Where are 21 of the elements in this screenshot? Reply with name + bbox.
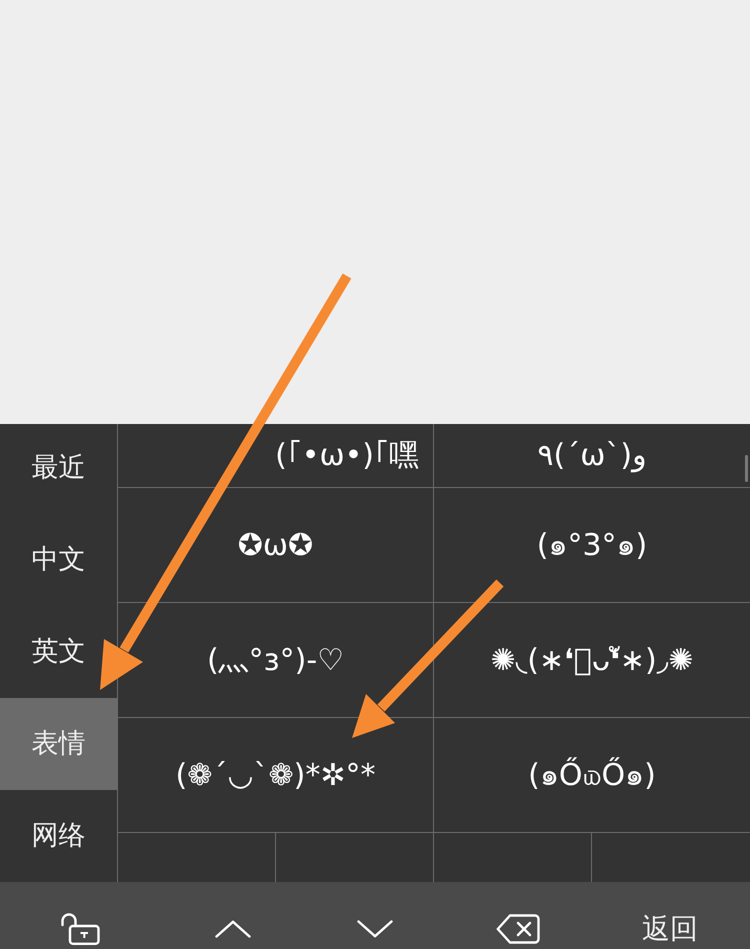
emoticon-key[interactable]: (๑°3°๑) — [434, 488, 750, 602]
unlocked-padlock-icon — [60, 912, 100, 945]
back-button[interactable]: 返回 — [642, 914, 698, 942]
chevron-up-icon — [214, 920, 250, 938]
scroll-down-button[interactable] — [357, 920, 393, 938]
chevron-down-icon — [357, 920, 393, 938]
emoticon-key[interactable]: ✪ω✪ — [118, 488, 434, 602]
emoticon-key[interactable]: (｢•ω•)｢嘿 — [118, 424, 434, 487]
category-tab[interactable]: 最近 — [0, 424, 117, 514]
category-tab[interactable]: 网络 — [0, 790, 117, 882]
category-tab[interactable]: 英文 — [0, 606, 117, 698]
backspace-button[interactable] — [496, 914, 540, 944]
category-tab[interactable]: 中文 — [0, 514, 117, 606]
scroll-up-button[interactable] — [214, 920, 250, 938]
emoticon-key[interactable]: ٩(ˊωˋ)و — [434, 424, 750, 487]
emoticon-key[interactable]: (๑Ő௰Ő๑) — [434, 718, 750, 832]
emoticon-key[interactable]: ✺◟(∗❛ัᴗ❛ั∗)◞✺ — [434, 603, 750, 717]
backspace-icon — [496, 914, 540, 944]
scrollbar-thumb — [745, 455, 748, 482]
category-tab[interactable]: 表情 — [0, 698, 117, 790]
lock-button[interactable] — [60, 912, 100, 945]
